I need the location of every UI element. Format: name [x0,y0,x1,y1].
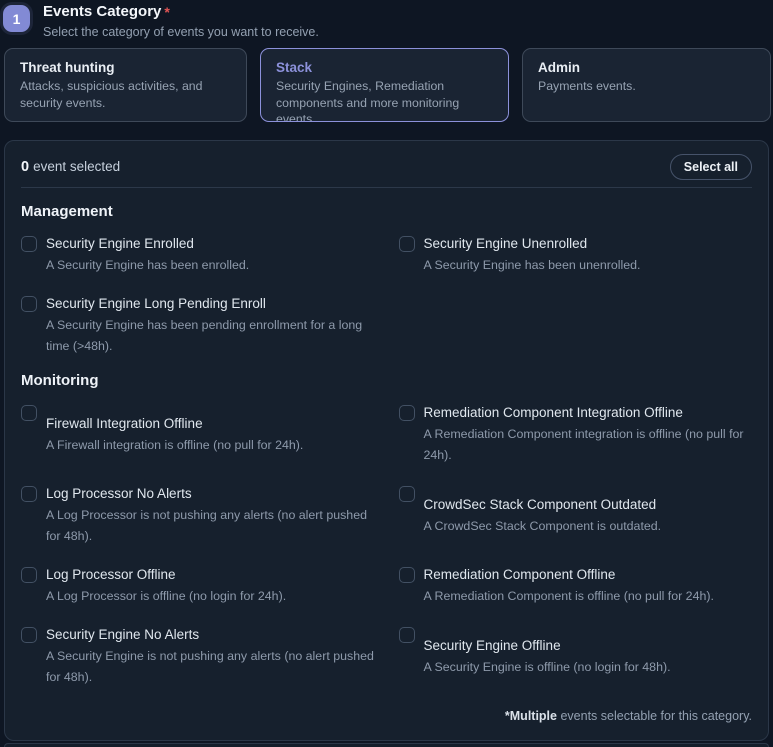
event-option[interactable]: Security Engine No AlertsA Security Engi… [21,625,375,688]
event-description: A Security Engine has been unenrolled. [424,255,641,276]
category-cards: Threat hunting Attacks, suspicious activ… [4,48,771,122]
event-description: A Log Processor is offline (no login for… [46,586,286,607]
event-option[interactable]: Security Engine Long Pending EnrollA Sec… [21,294,375,357]
event-checkbox[interactable] [399,567,415,583]
event-title: Security Engine No Alerts [46,625,375,645]
category-description: Payments events. [538,78,755,95]
event-description: A Remediation Component is offline (no p… [424,586,714,607]
events-panel: 0 event selected Select all Management Sec… [4,140,769,741]
event-text: Security Engine UnenrolledA Security Eng… [424,234,641,276]
event-text: Security Engine No AlertsA Security Engi… [46,625,375,688]
step-header: 1 Events Category* Select the category o… [3,3,319,39]
category-card-stack[interactable]: Stack Security Engines, Remediation comp… [260,48,509,122]
event-title: Security Engine Unenrolled [424,234,641,254]
page-title: Events Category [43,3,161,20]
event-description: A Security Engine is offline (no login f… [424,657,671,678]
event-title: Remediation Component Offline [424,565,714,585]
footer-rest-text: events selectable for this category. [557,709,752,723]
events-grid: Security Engine EnrolledA Security Engin… [21,234,752,357]
footer-bold-text: Multiple [510,709,557,723]
event-option[interactable]: CrowdSec Stack Component OutdatedA Crowd… [399,484,753,547]
event-checkbox[interactable] [399,236,415,252]
event-checkbox[interactable] [399,627,415,643]
event-text: Log Processor No AlertsA Log Processor i… [46,484,375,547]
event-title: Log Processor No Alerts [46,484,375,504]
event-text: CrowdSec Stack Component OutdatedA Crowd… [424,495,662,537]
category-title: Stack [276,60,493,75]
next-section-edge [4,743,769,747]
event-option[interactable]: Log Processor OfflineA Log Processor is … [21,565,375,607]
section-heading: Management [21,203,752,220]
event-description: A Security Engine has been pending enrol… [46,315,375,357]
page-subtitle: Select the category of events you want t… [43,25,319,39]
empty-cell [399,294,753,357]
event-text: Firewall Integration OfflineA Firewall i… [46,414,303,456]
event-option[interactable]: Security Engine OfflineA Security Engine… [399,625,753,688]
event-checkbox[interactable] [21,405,37,421]
events-grid: Firewall Integration OfflineA Firewall i… [21,403,752,688]
event-description: A Log Processor is not pushing any alert… [46,505,375,547]
selected-count: 0 [21,159,29,175]
selection-row: 0 event selected Select all [21,153,752,180]
event-checkbox[interactable] [21,236,37,252]
event-title: Security Engine Offline [424,636,671,656]
section-heading: Monitoring [21,372,752,389]
category-description: Attacks, suspicious activities, and secu… [20,78,231,111]
event-text: Log Processor OfflineA Log Processor is … [46,565,286,607]
event-description: A Security Engine is not pushing any ale… [46,646,375,688]
category-title: Threat hunting [20,60,231,75]
step-number-badge: 1 [3,5,30,32]
event-title: Firewall Integration Offline [46,414,303,434]
event-description: A Firewall integration is offline (no pu… [46,435,303,456]
event-checkbox[interactable] [21,567,37,583]
event-checkbox[interactable] [399,405,415,421]
event-title: Log Processor Offline [46,565,286,585]
event-title: Remediation Component Integration Offlin… [424,403,753,423]
event-text: Security Engine Long Pending EnrollA Sec… [46,294,375,357]
step-text: Events Category* Select the category of … [43,3,319,39]
event-checkbox[interactable] [399,486,415,502]
event-option[interactable]: Remediation Component Integration Offlin… [399,403,753,466]
required-asterisk: * [164,4,169,20]
category-title: Admin [538,60,755,75]
category-card-admin[interactable]: Admin Payments events. [522,48,771,122]
event-sections: ManagementSecurity Engine EnrolledA Secu… [21,203,752,688]
event-text: Security Engine EnrolledA Security Engin… [46,234,249,276]
category-card-threat-hunting[interactable]: Threat hunting Attacks, suspicious activ… [4,48,247,122]
selected-count-label: event selected [33,159,120,174]
category-description: Security Engines, Remediation components… [276,78,493,122]
event-text: Security Engine OfflineA Security Engine… [424,636,671,678]
selection-summary: 0 event selected [21,158,120,176]
divider [21,187,752,188]
select-all-button[interactable]: Select all [670,154,752,180]
event-option[interactable]: Firewall Integration OfflineA Firewall i… [21,403,375,466]
event-title: CrowdSec Stack Component Outdated [424,495,662,515]
event-checkbox[interactable] [21,296,37,312]
event-text: Remediation Component OfflineA Remediati… [424,565,714,607]
footer-note: *Multiple events selectable for this cat… [505,709,752,723]
page: { "header": { "step_number": "1", "title… [0,0,773,747]
event-description: A CrowdSec Stack Component is outdated. [424,516,662,537]
event-checkbox[interactable] [21,486,37,502]
event-title: Security Engine Long Pending Enroll [46,294,375,314]
event-checkbox[interactable] [21,627,37,643]
event-description: A Remediation Component integration is o… [424,424,753,466]
event-option[interactable]: Remediation Component OfflineA Remediati… [399,565,753,607]
event-description: A Security Engine has been enrolled. [46,255,249,276]
event-text: Remediation Component Integration Offlin… [424,403,753,466]
event-option[interactable]: Security Engine EnrolledA Security Engin… [21,234,375,276]
event-title: Security Engine Enrolled [46,234,249,254]
event-option[interactable]: Security Engine UnenrolledA Security Eng… [399,234,753,276]
event-option[interactable]: Log Processor No AlertsA Log Processor i… [21,484,375,547]
